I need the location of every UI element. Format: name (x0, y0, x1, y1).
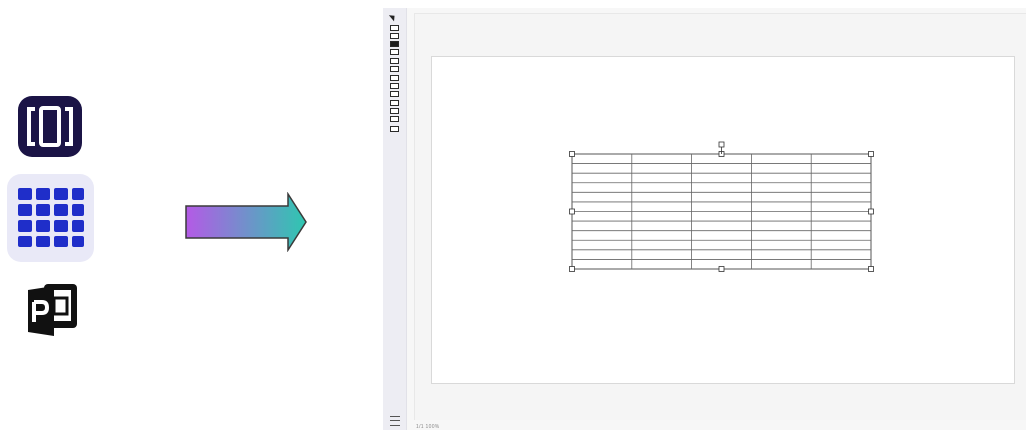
resize-handle[interactable] (868, 266, 874, 272)
resize-handle[interactable] (868, 208, 874, 215)
pointer-tool-icon[interactable] (388, 12, 398, 22)
presentation-editor-window: 1/1 100% (383, 8, 1026, 430)
status-text: 1/1 100% (416, 424, 440, 430)
resize-handle[interactable] (569, 208, 575, 215)
audio-tool-icon[interactable] (390, 66, 399, 72)
grid-app-icon[interactable] (7, 174, 94, 262)
settings-icon[interactable] (390, 416, 400, 426)
resize-handle[interactable] (569, 151, 575, 157)
graph-tool-icon[interactable] (390, 91, 399, 97)
table-svg[interactable] (569, 141, 874, 272)
left-toolbar (383, 8, 407, 430)
resize-handle[interactable] (718, 266, 725, 272)
image-tool-2-icon[interactable] (390, 83, 399, 89)
text-tool-icon[interactable] (390, 33, 399, 39)
publisher-app-icon[interactable] (24, 280, 78, 340)
carousel-app-icon[interactable] (17, 95, 83, 158)
slide-canvas[interactable] (431, 56, 1015, 384)
more-tool-icon[interactable] (390, 126, 399, 132)
image-tool-icon[interactable] (390, 25, 399, 31)
right-arrow-icon (185, 191, 307, 253)
embed-tool-icon[interactable] (390, 108, 399, 114)
rotate-handle[interactable] (718, 141, 725, 148)
video-tool-2-icon[interactable] (390, 100, 399, 106)
resize-handle[interactable] (569, 266, 575, 272)
table-tool-icon[interactable] (390, 116, 399, 122)
chart-tool-icon[interactable] (390, 75, 399, 81)
video-tool-icon[interactable] (390, 58, 399, 64)
resize-handle[interactable] (868, 151, 874, 157)
shape-tool-icon[interactable] (390, 41, 399, 47)
editor-area (414, 13, 1026, 420)
slide-table[interactable] (569, 141, 874, 272)
object-tool-icon[interactable] (390, 49, 399, 55)
